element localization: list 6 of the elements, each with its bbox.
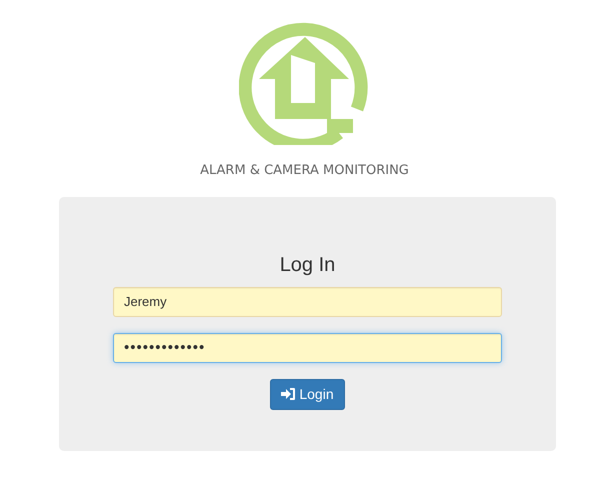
login-title: Log In <box>280 252 336 276</box>
login-button[interactable]: Login <box>270 378 345 410</box>
password-field[interactable]: ••••••••••••• <box>113 332 502 362</box>
username-field[interactable]: Jeremy <box>113 286 502 316</box>
tagline: ALARM & CAMERA MONITORING <box>200 162 409 180</box>
sign-in-icon <box>281 388 296 400</box>
